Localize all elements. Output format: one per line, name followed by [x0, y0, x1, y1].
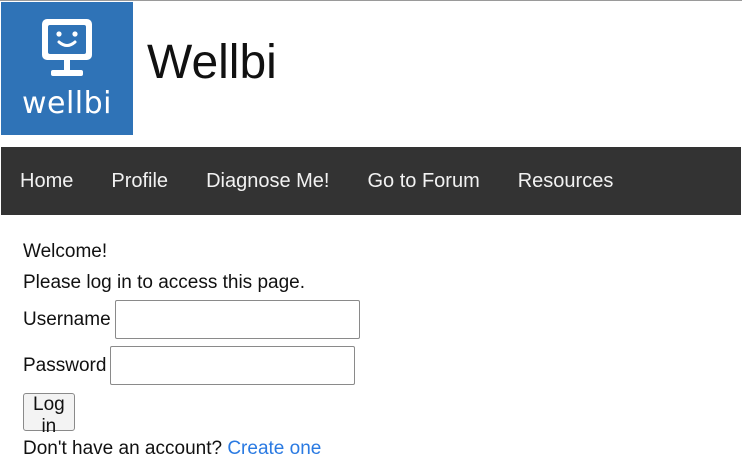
signup-prompt-text: Don't have an account?	[23, 438, 223, 459]
username-row: Username	[23, 300, 360, 339]
nav-home[interactable]: Home	[1, 170, 92, 193]
header: wellbi Wellbi	[0, 1, 742, 137]
nav-profile[interactable]: Profile	[92, 170, 187, 193]
wellbi-logo[interactable]: wellbi	[1, 2, 133, 135]
login-button[interactable]: Log in	[23, 393, 75, 437]
password-input[interactable]	[110, 346, 356, 385]
create-account-link[interactable]: Create one	[227, 438, 321, 459]
site-title: Wellbi	[147, 36, 277, 89]
username-label: Username	[23, 308, 111, 330]
login-instructions: Please log in to access this page.	[23, 272, 306, 293]
welcome-text: Welcome!	[23, 241, 108, 262]
username-input[interactable]	[114, 300, 360, 339]
password-label: Password	[23, 354, 107, 376]
nav-resources[interactable]: Resources	[499, 170, 633, 193]
password-row: Password	[23, 346, 356, 385]
page: wellbi Wellbi Home Profile Diagnose Me! …	[0, 0, 742, 466]
nav-diagnose-me[interactable]: Diagnose Me!	[187, 170, 348, 193]
main-nav: Home Profile Diagnose Me! Go to Forum Re…	[1, 147, 741, 215]
logo-wordmark: wellbi	[21, 86, 113, 121]
nav-go-to-forum[interactable]: Go to Forum	[348, 170, 498, 193]
signup-prompt: Don't have an account? Create one	[23, 438, 321, 460]
